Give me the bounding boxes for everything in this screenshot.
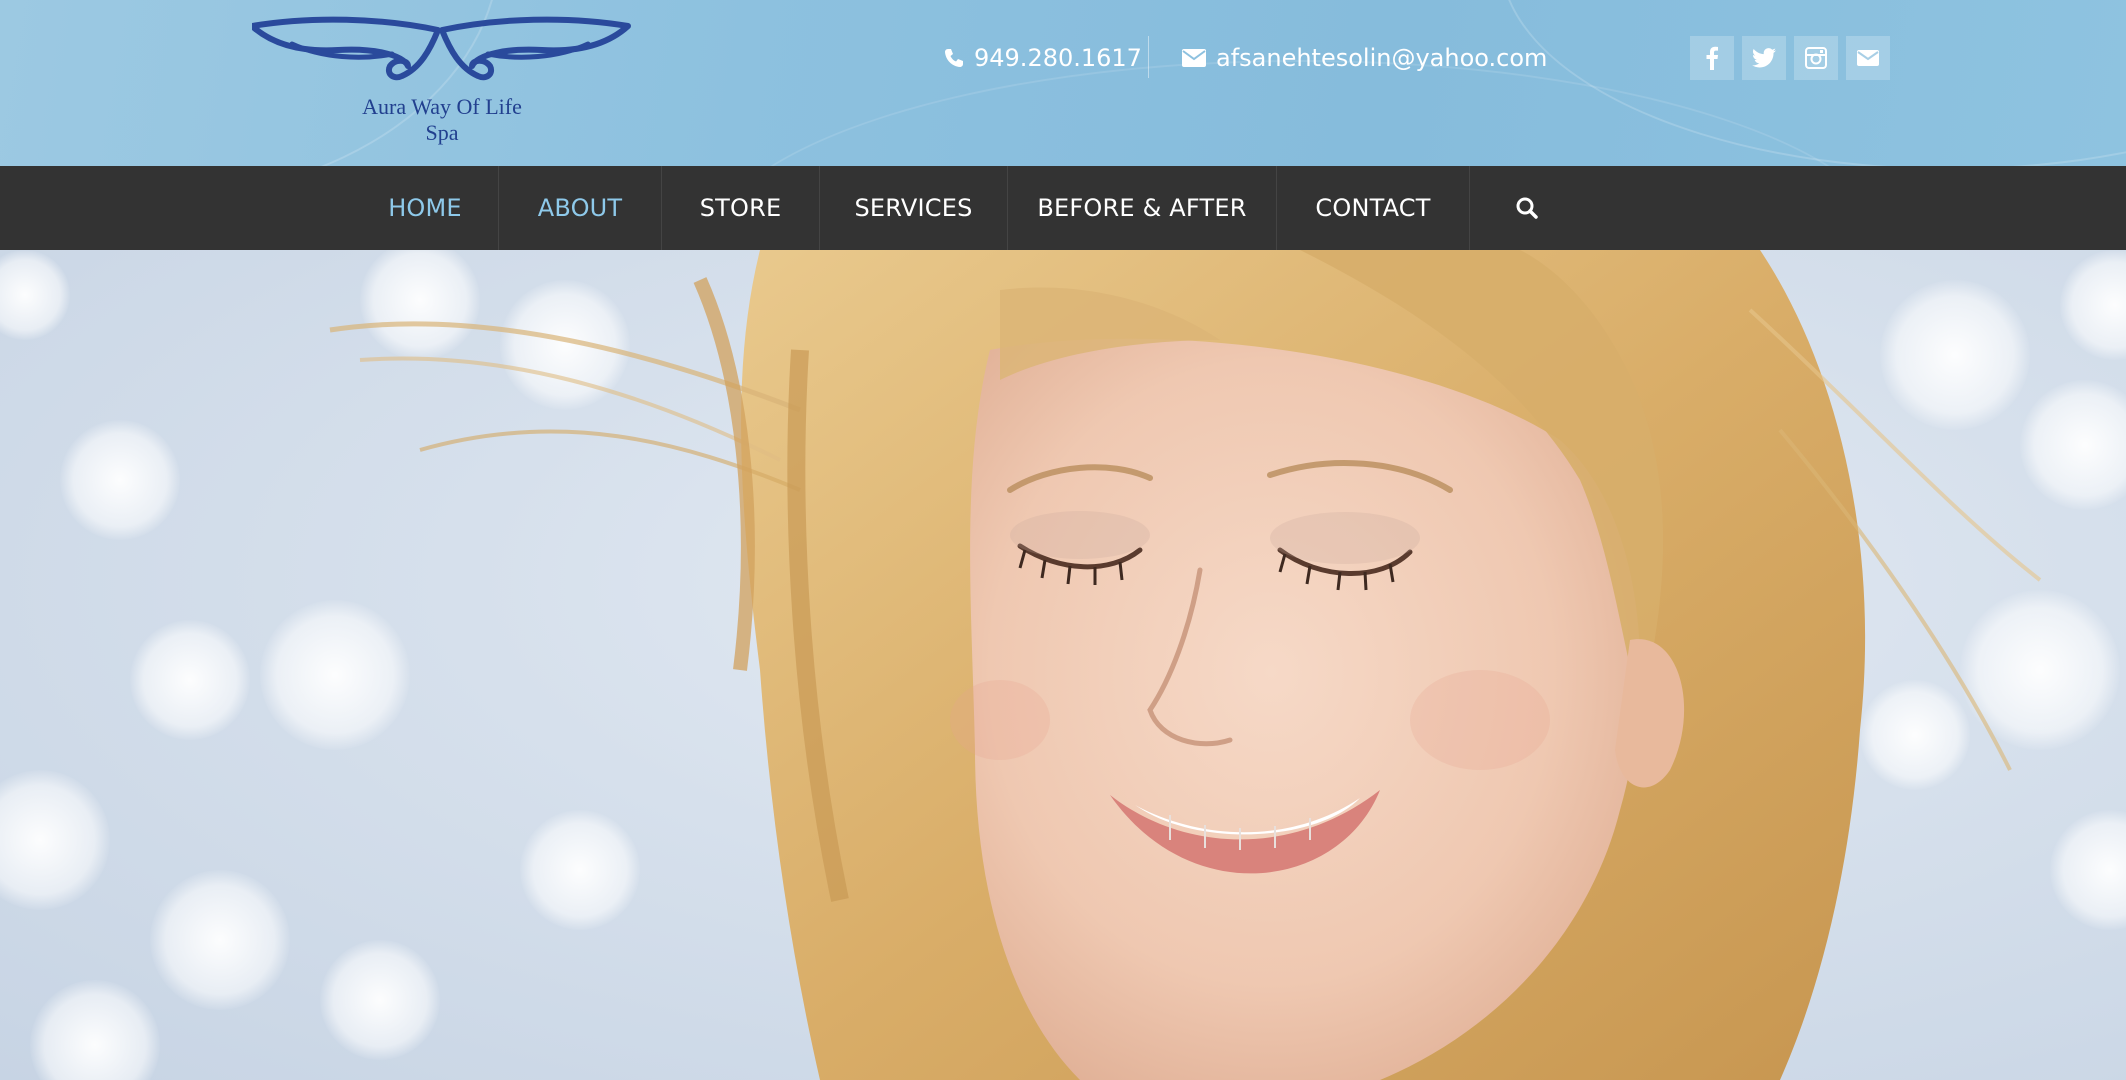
- nav-home[interactable]: HOME: [352, 166, 498, 250]
- hero-portrait-image: [329, 250, 2042, 1080]
- nav-services-label: SERVICES: [854, 194, 973, 222]
- nav-contact[interactable]: CONTACT: [1277, 166, 1469, 250]
- twitter-button[interactable]: [1742, 36, 1786, 80]
- logo-text: Aura Way Of Life Spa: [252, 94, 632, 146]
- phone-icon: [944, 48, 964, 68]
- nav-before-after[interactable]: BEFORE & AFTER: [1008, 166, 1276, 250]
- email-address: afsanehtesolin@yahoo.com: [1216, 44, 1548, 72]
- top-header: Aura Way Of Life Spa 949.280.1617 afsane…: [0, 0, 2126, 166]
- main-nav: HOME ABOUT STORE SERVICES BEFORE & AFTER…: [0, 166, 2126, 250]
- logo-line-2: Spa: [425, 120, 459, 145]
- facebook-icon: [1706, 46, 1718, 70]
- nav-before-after-label: BEFORE & AFTER: [1037, 194, 1247, 222]
- nav-home-label: HOME: [388, 194, 462, 222]
- wings-logo-icon: [252, 16, 631, 81]
- nav-store[interactable]: STORE: [662, 166, 819, 250]
- nav-contact-label: CONTACT: [1315, 194, 1431, 222]
- phone-link[interactable]: 949.280.1617: [944, 38, 1142, 78]
- instagram-button[interactable]: [1794, 36, 1838, 80]
- nav-services[interactable]: SERVICES: [820, 166, 1007, 250]
- envelope-icon: [1182, 49, 1206, 67]
- email-link[interactable]: afsanehtesolin@yahoo.com: [1182, 38, 1547, 78]
- contact-divider: [1148, 36, 1149, 78]
- search-button[interactable]: [1470, 166, 1584, 250]
- search-icon: [1516, 197, 1538, 219]
- site-logo[interactable]: Aura Way Of Life Spa: [252, 14, 632, 154]
- twitter-icon: [1752, 48, 1776, 68]
- phone-number: 949.280.1617: [974, 44, 1142, 72]
- logo-line-1: Aura Way Of Life: [362, 94, 522, 119]
- email-button[interactable]: [1846, 36, 1890, 80]
- instagram-icon: [1805, 47, 1827, 69]
- nav-about[interactable]: ABOUT: [499, 166, 661, 250]
- nav-store-label: STORE: [699, 194, 782, 222]
- hero-banner: [0, 250, 2126, 1080]
- nav-about-label: ABOUT: [537, 194, 623, 222]
- envelope-icon: [1857, 50, 1879, 66]
- facebook-button[interactable]: [1690, 36, 1734, 80]
